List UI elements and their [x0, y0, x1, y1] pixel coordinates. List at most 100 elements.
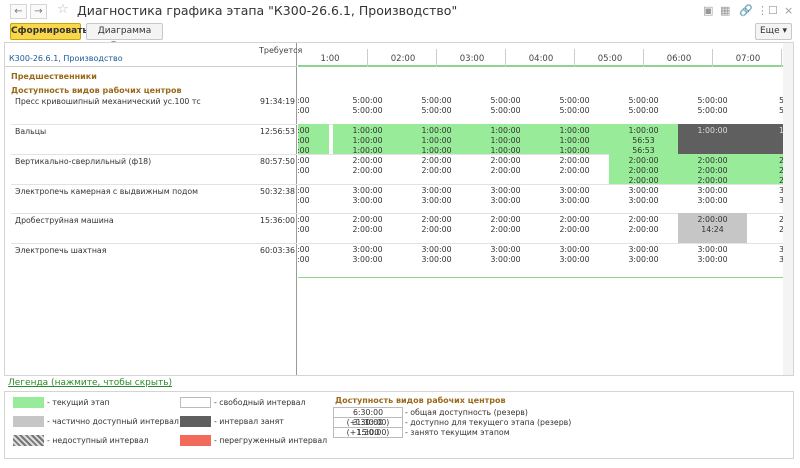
back-button[interactable]: ← — [10, 4, 27, 19]
interval-cell[interactable]: 5:00:005:00:00 — [678, 96, 747, 116]
favorite-star-icon[interactable]: ☆ — [57, 2, 69, 17]
interval-cell[interactable]: 2:00:002:00:00 — [298, 215, 329, 235]
interval-cell[interactable]: 2:00:002:00:00 — [402, 156, 471, 176]
timeline-header: 1:0002:0003:0004:0005:0006:0007:0008 — [298, 43, 793, 67]
interval-cell[interactable]: 2:00:002:00:00 — [333, 215, 402, 235]
interval-cell[interactable]: 2:00:00 2:00:00 2:00:00 — [609, 154, 678, 185]
interval-cell[interactable]: 1:00:001:00:001:00:00 — [298, 124, 329, 155]
interval-cell[interactable]: 2:00:002:00:00 — [540, 156, 609, 176]
interval-cell[interactable]: 3:00:003:00:00 — [402, 186, 471, 206]
interval-value: 2:00:00 — [490, 156, 521, 165]
interval-value: 3:00:00 — [559, 245, 590, 254]
interval-cell[interactable]: 2:00:00 2:00:00 2:00:00 — [678, 154, 747, 185]
work-center-name: Электропечь шахтная — [15, 246, 107, 255]
interval-value: 5:00:00 — [298, 106, 310, 115]
interval-cell[interactable]: 5:00:005:00:00 — [298, 96, 329, 116]
interval-cell[interactable]: 5:00:005:00:00 — [333, 96, 402, 116]
interval-value: 1:00:00 — [352, 126, 383, 135]
more-menu-button[interactable]: Еще ▾ — [755, 23, 792, 40]
busy-interval-swatch — [180, 416, 211, 427]
legend-toggle-link[interactable]: Легенда (нажмите, чтобы скрыть) — [8, 378, 172, 388]
chevron-down-icon: ▾ — [782, 26, 788, 36]
vertical-scrollbar[interactable] — [783, 43, 793, 375]
interval-value: 3:00:00 — [490, 186, 521, 195]
print-icon[interactable]: ▦ — [720, 4, 730, 18]
grid-left-header: К300-26.6.1, Производство Требуется — [5, 43, 302, 67]
interval-value: 2:00:00 — [421, 156, 452, 165]
link-icon[interactable]: 🔗 — [739, 4, 753, 18]
partial-interval-swatch — [13, 416, 44, 427]
interval-cell[interactable]: 2:00:002:00:00 — [298, 156, 329, 176]
interval-cell[interactable]: 2:00:002:00:00 — [609, 215, 678, 235]
interval-value: 3:00:00 — [490, 245, 521, 254]
interval-value: 5:00:00 — [628, 96, 659, 105]
interval-value: 2:00:00 — [628, 156, 659, 165]
interval-value: 2:00:00 — [697, 166, 728, 175]
interval-cell[interactable]: 3:00:003:00:00 — [540, 245, 609, 265]
interval-value: 3:00:00 — [421, 245, 452, 254]
interval-cell[interactable]: 3:00:003:00:00 — [540, 186, 609, 206]
interval-value — [678, 136, 747, 146]
interval-cell[interactable]: 1:00:00 — [678, 124, 747, 154]
interval-cell[interactable]: 1:00:001:00:001:00:00 — [333, 124, 402, 155]
interval-cell[interactable]: 3:00:003:00:00 — [471, 186, 540, 206]
unavailable-interval-label: - недоступный интервал — [47, 436, 149, 445]
interval-cell[interactable]: 3:00:003:00:00 — [678, 245, 747, 265]
interval-cell[interactable]: 2:00:002:00:00 — [471, 156, 540, 176]
row-divider — [11, 184, 297, 185]
interval-cell[interactable]: 3:00:003:00:00 — [609, 186, 678, 206]
interval-cell[interactable]: 5:00:005:00:00 — [540, 96, 609, 116]
title-bar: ← → ☆ Диагностика графика этапа "К300-26… — [0, 0, 800, 22]
interval-cell[interactable]: 2:00:00 14:24 — [678, 213, 747, 243]
schedule-grid[interactable]: К300-26.6.1, Производство Требуется Пред… — [4, 42, 794, 376]
interval-cell[interactable]: 3:00:003:00:00 — [333, 245, 402, 265]
interval-cell[interactable]: 3:00:003:00:00 — [471, 245, 540, 265]
hour-tick — [367, 49, 368, 67]
interval-cell[interactable]: 1:00:001:00:001:00:00 — [471, 124, 540, 155]
interval-cell[interactable]: 1:00:001:00:001:00:00 — [540, 124, 609, 155]
interval-cell[interactable]: 3:00:003:00:00 — [298, 186, 329, 206]
interval-value: 2:00:00 — [697, 215, 728, 224]
interval-value: 3:00:00 — [628, 255, 659, 264]
hour-label: 03:00 — [459, 54, 485, 64]
maximize-icon[interactable]: ☐ — [768, 4, 778, 18]
interval-value: 1:00:00 — [559, 136, 590, 145]
interval-value: 5:00:00 — [421, 96, 452, 105]
interval-cell[interactable]: 2:00:002:00:00 — [540, 215, 609, 235]
interval-value: 3:00:00 — [559, 186, 590, 195]
interval-value: 5:00:00 — [559, 106, 590, 115]
interval-cell[interactable]: 2:00:002:00:00 — [402, 215, 471, 235]
interval-cell[interactable]: 3:00:003:00:00 — [402, 245, 471, 265]
interval-cell[interactable]: 2:00:002:00:00 — [333, 156, 402, 176]
interval-cell[interactable]: 5:00:005:00:00 — [609, 96, 678, 116]
save-icon[interactable]: ▣ — [703, 4, 713, 18]
interval-cell[interactable]: 3:00:003:00:00 — [333, 186, 402, 206]
hour-label: 04:00 — [528, 54, 554, 64]
required-time: 80:57:50 — [260, 157, 296, 166]
timeline-end-line — [298, 277, 793, 278]
hour-label: 02:00 — [390, 54, 416, 64]
interval-value: 2:00:00 — [628, 166, 659, 175]
interval-value: 2:00:00 — [628, 215, 659, 224]
gantt-chart-button[interactable]: Диаграмма Ганта — [86, 23, 163, 51]
interval-value: 2:00:00 — [298, 156, 310, 165]
hour-tick — [712, 49, 713, 67]
interval-value: 5:00:00 — [628, 106, 659, 115]
interval-cell[interactable]: 2:00:002:00:00 — [471, 215, 540, 235]
interval-cell[interactable]: 3:00:003:00:00 — [298, 245, 329, 265]
interval-cell[interactable]: 5:00:005:00:00 — [402, 96, 471, 116]
interval-cell[interactable]: 3:00:003:00:00 — [609, 245, 678, 265]
interval-cell[interactable]: 1:00:00 56:53 56:53 — [609, 124, 678, 155]
forward-button[interactable]: → — [30, 4, 47, 19]
interval-cell[interactable]: 3:00:003:00:00 — [678, 186, 747, 206]
interval-cell[interactable]: 1:00:001:00:001:00:00 — [402, 124, 471, 155]
interval-value: 5:00:00 — [352, 96, 383, 105]
close-icon[interactable]: × — [784, 4, 793, 18]
more-vertical-icon[interactable]: ⋮ — [757, 4, 768, 18]
interval-cell[interactable]: 5:00:005:00:00 — [471, 96, 540, 116]
availability-taken-desc: - занято текущим этапом — [405, 428, 510, 437]
more-menu-label: Еще — [759, 26, 780, 36]
availability-legend-title: Доступность видов рабочих центров — [335, 396, 506, 405]
interval-value: 3:00:00 — [490, 255, 521, 264]
generate-button[interactable]: Сформировать — [10, 23, 88, 40]
